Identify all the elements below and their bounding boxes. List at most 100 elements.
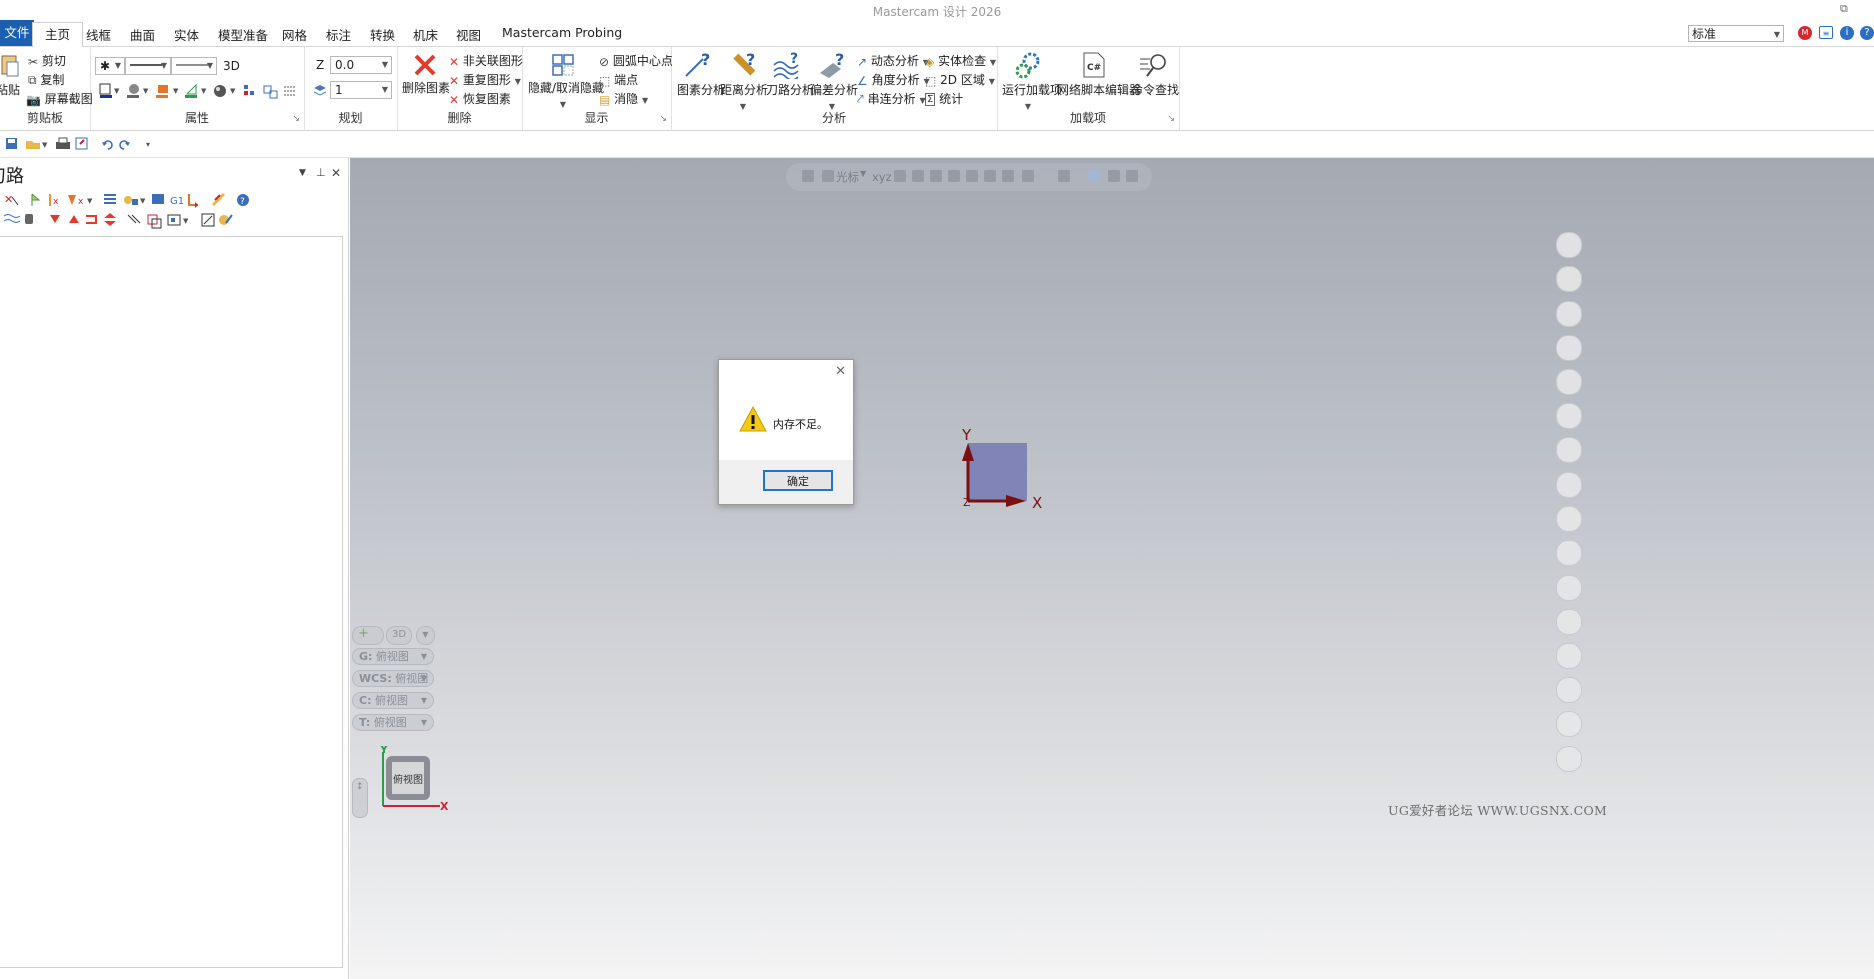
tab-transform[interactable]: 转换 bbox=[370, 25, 395, 44]
entity-analysis-button[interactable]: ? 图素分析 bbox=[677, 51, 725, 98]
toolpath-tree[interactable] bbox=[0, 236, 343, 968]
info-icon[interactable]: i bbox=[1840, 26, 1854, 40]
cut-button[interactable]: ✂ 剪切 bbox=[28, 52, 66, 69]
zoom-slider[interactable]: ↕ bbox=[352, 778, 368, 818]
viewport-tool-2[interactable] bbox=[1556, 266, 1582, 292]
viewport-tool-4[interactable] bbox=[1556, 335, 1582, 361]
verify-icon[interactable] bbox=[1088, 170, 1100, 182]
delete-entities-button[interactable]: 删除图素 bbox=[402, 53, 450, 96]
select-solid-icon[interactable] bbox=[930, 170, 942, 182]
close-icon[interactable]: ✕ bbox=[331, 166, 341, 180]
autocursor-icon[interactable] bbox=[894, 170, 906, 182]
tab-file[interactable]: 文件 bbox=[0, 20, 34, 46]
angle-analysis-button[interactable]: ∠ 角度分析 ▼ bbox=[857, 71, 930, 88]
endpoints-button[interactable]: ⬚ 端点 bbox=[599, 71, 638, 88]
viewport-tool-5[interactable] bbox=[1556, 369, 1582, 395]
tab-mesh[interactable]: 网格 bbox=[282, 25, 307, 44]
command-finder-button[interactable]: 命令查找 bbox=[1131, 51, 1179, 98]
pin-icon[interactable]: ⊥ bbox=[316, 166, 326, 179]
viewport-tool-14[interactable] bbox=[1556, 677, 1582, 703]
chain-analysis-button[interactable]: ⤤ 串连分析 ▼ bbox=[857, 90, 926, 107]
distance-analysis-button[interactable]: ? 距离分析 ▼ bbox=[720, 51, 768, 112]
add-plane-button[interactable]: + bbox=[352, 626, 384, 645]
tab-surfaces[interactable]: 曲面 bbox=[130, 25, 155, 44]
cplane-select[interactable]: C: 俯视图 ▼ bbox=[352, 692, 434, 709]
select-loop-icon[interactable] bbox=[984, 170, 996, 182]
select-edge-icon[interactable] bbox=[1002, 170, 1014, 182]
point-style-select[interactable]: ✱ ▼ bbox=[95, 57, 125, 75]
screenshot-button[interactable]: 📷 屏幕截图 bbox=[26, 90, 93, 107]
viewport-tool-9[interactable] bbox=[1556, 506, 1582, 532]
blank-button[interactable]: ▤ 消隐 ▼ bbox=[599, 90, 648, 107]
viewport-tool-12[interactable] bbox=[1556, 609, 1582, 635]
tab-solids[interactable]: 实体 bbox=[174, 25, 199, 44]
dialog-launcher-icon[interactable]: ↘ bbox=[659, 114, 667, 124]
lock-icon[interactable] bbox=[802, 170, 814, 182]
copy-button[interactable]: ⧉ 复制 bbox=[28, 71, 64, 88]
view-cube[interactable]: Y X 俯视图 bbox=[370, 746, 450, 816]
graphics-viewport[interactable]: 光标 ▼ xyz Y X Z + 3D ▼ G: 俯视图 ▼ WCS: 俯视图 … bbox=[350, 158, 1874, 979]
select-mode-icon[interactable] bbox=[1022, 170, 1034, 182]
select-arrow-icon[interactable] bbox=[912, 170, 924, 182]
toolpath-analysis-button[interactable]: ? 刀路分析 bbox=[766, 51, 814, 98]
tab-view[interactable]: 视图 bbox=[456, 25, 481, 44]
xyz-label[interactable]: xyz bbox=[872, 170, 892, 184]
dialog-launcher-icon[interactable]: ↘ bbox=[292, 114, 300, 124]
style-select[interactable]: 标准 ▼ bbox=[1688, 25, 1784, 42]
cursor-mode-label[interactable]: 光标 bbox=[836, 169, 859, 185]
refresh-icon[interactable] bbox=[1108, 170, 1120, 182]
tab-model-prep[interactable]: 模型准备 bbox=[218, 25, 268, 44]
tab-annotate[interactable]: 标注 bbox=[326, 25, 351, 44]
restore-window-icon[interactable]: ⧉ bbox=[1840, 2, 1848, 16]
viewport-tool-16[interactable] bbox=[1556, 746, 1582, 772]
tab-wireframe[interactable]: 线框 bbox=[86, 25, 111, 44]
viewport-tool-7[interactable] bbox=[1556, 437, 1582, 463]
toolpath-toolbar-icons[interactable]: ✕ x x ▼ ▼ G1 ? ▼ bbox=[2, 191, 252, 231]
undo-select-icon[interactable] bbox=[1126, 170, 1138, 182]
close-icon[interactable]: ✕ bbox=[835, 364, 846, 379]
viewport-tool-6[interactable] bbox=[1556, 403, 1582, 429]
arc-center-button[interactable]: ⊘ 圆弧中心点 bbox=[599, 52, 673, 69]
script-editor-button[interactable]: C# 网络脚本编辑器 bbox=[1057, 51, 1141, 98]
deviation-analysis-button[interactable]: ? 偏差分析 ▼ bbox=[810, 51, 858, 112]
area-2d-button[interactable]: ⬚ 2D 区域 ▼ bbox=[925, 71, 995, 88]
tab-probing[interactable]: Mastercam Probing bbox=[502, 25, 622, 40]
viewport-tool-10[interactable] bbox=[1556, 540, 1582, 566]
viewport-tool-13[interactable] bbox=[1556, 643, 1582, 669]
feedback-icon[interactable]: ≡ bbox=[1819, 26, 1833, 39]
dynamic-analysis-button[interactable]: ↗ 动态分析 ▼ bbox=[857, 52, 929, 69]
wcs-select[interactable]: WCS: 俯视图 ▼ bbox=[352, 670, 434, 687]
dialog-launcher-icon[interactable]: ↘ bbox=[1167, 114, 1175, 124]
run-addin-button[interactable]: 运行加载项 ▼ bbox=[1002, 51, 1062, 112]
tab-machine[interactable]: 机床 bbox=[413, 25, 438, 44]
gview-select[interactable]: G: 俯视图 ▼ bbox=[352, 648, 434, 665]
level-input[interactable]: 1 ▼ bbox=[330, 81, 392, 99]
viewport-tool-11[interactable] bbox=[1556, 575, 1582, 601]
viewport-tool-8[interactable] bbox=[1556, 472, 1582, 498]
select-body-icon[interactable] bbox=[966, 170, 978, 182]
delete-unrelated-button[interactable]: ✕ 非关联图形 bbox=[449, 52, 523, 69]
viewport-tool-15[interactable] bbox=[1556, 711, 1582, 737]
ok-button[interactable]: 确定 bbox=[763, 470, 833, 491]
viewport-tool-1[interactable] bbox=[1556, 232, 1582, 258]
my-mastercam-icon[interactable]: M bbox=[1798, 26, 1812, 40]
tab-home[interactable]: 主页 bbox=[32, 22, 84, 48]
window-select-icon[interactable] bbox=[1058, 170, 1070, 182]
select-face-icon[interactable] bbox=[948, 170, 960, 182]
hide-unhide-button[interactable]: 隐藏/取消隐藏 ▼ bbox=[528, 53, 604, 110]
tplane-select[interactable]: T: 俯视图 ▼ bbox=[352, 714, 434, 731]
mode-3d-button[interactable]: 3D bbox=[386, 626, 412, 645]
line-width-select[interactable]: ▼ bbox=[171, 57, 217, 75]
statistics-button[interactable]: Σ 统计 bbox=[925, 90, 963, 107]
delete-duplicate-button[interactable]: ✕ 重复图形 ▼ bbox=[449, 71, 521, 88]
cursor-select-icon[interactable] bbox=[822, 170, 834, 182]
solid-check-button[interactable]: ◈ 实体检查 ▼ bbox=[925, 52, 996, 69]
paste-button[interactable]: 粘贴 bbox=[0, 53, 20, 98]
mode-3d-toggle[interactable]: 3D bbox=[223, 59, 240, 73]
panel-menu-icon[interactable]: ▼ bbox=[299, 168, 306, 178]
line-style-select[interactable]: ▼ bbox=[125, 57, 171, 75]
viewport-tool-3[interactable] bbox=[1556, 301, 1582, 327]
help-icon[interactable]: ? bbox=[1860, 26, 1874, 40]
chevron-down-icon[interactable]: ▼ bbox=[416, 626, 435, 645]
restore-entities-button[interactable]: ✕ 恢复图素 bbox=[449, 90, 511, 107]
